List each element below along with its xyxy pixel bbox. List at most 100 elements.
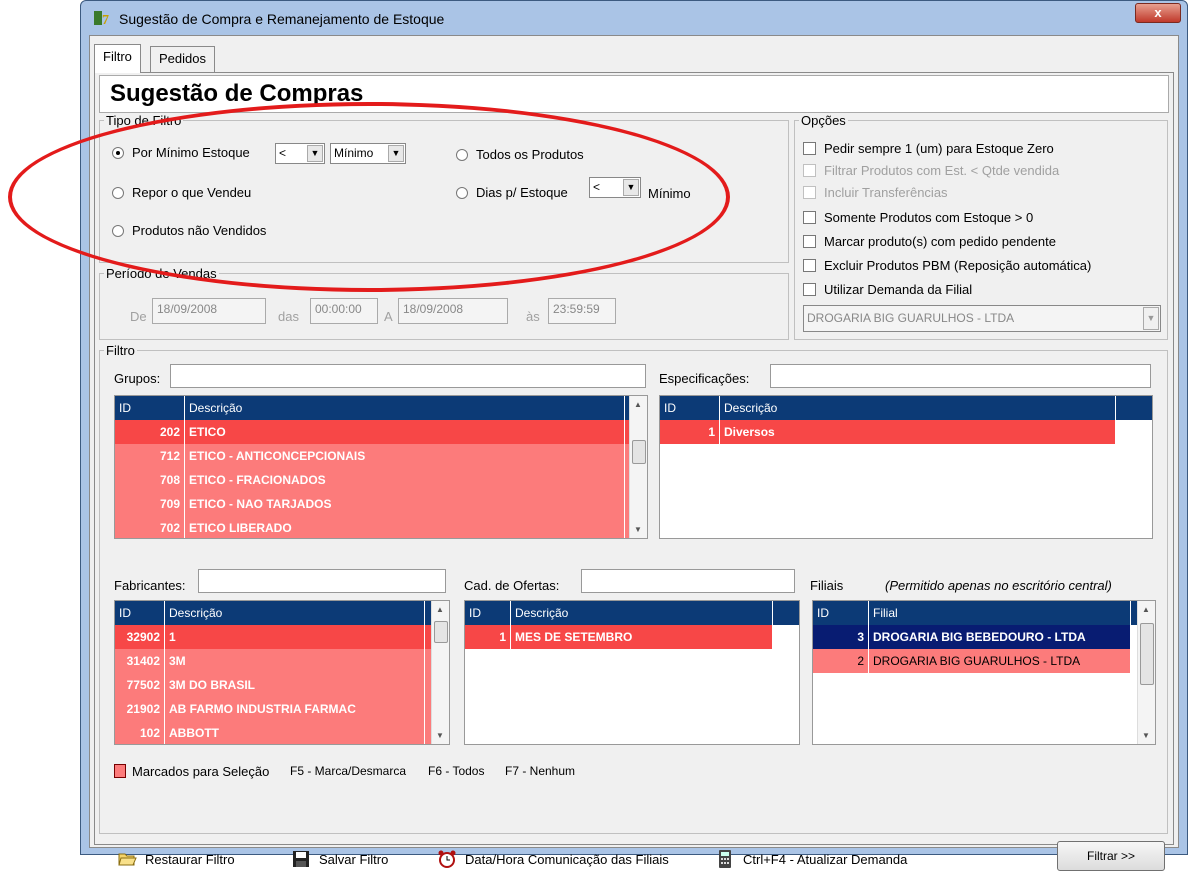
fabricantes-list[interactable]: ID Descrição 32902 1 31402 3M 77502 3M DO BR… xyxy=(114,600,450,745)
dias-operator-select[interactable]: < ▼ xyxy=(589,177,641,198)
chk-incluir-transferencias: Incluir Transferências xyxy=(803,185,948,200)
operator-value: < xyxy=(593,180,601,194)
espec-list[interactable]: ID Descrição 1 Diversos xyxy=(659,395,1153,539)
radio-selected-icon xyxy=(112,146,124,159)
chk-pedir-sempre-1[interactable]: Pedir sempre 1 (um) para Estoque Zero xyxy=(803,141,1054,156)
chk-excluir-pbm[interactable]: Excluir Produtos PBM (Reposição automáti… xyxy=(803,258,1091,273)
row-desc: Diversos xyxy=(720,420,1116,444)
row-id: 712 xyxy=(115,444,185,468)
periodo-title: Período de Vendas xyxy=(104,266,219,281)
checkbox-icon xyxy=(803,283,816,296)
title-bar[interactable]: 7 Sugestão de Compra e Remanejamento de … xyxy=(81,1,1187,35)
shortcut-f5: F5 - Marca/Desmarca xyxy=(290,764,407,778)
row-desc: ETICO - FRACIONADOS xyxy=(185,468,625,492)
chk-label: Incluir Transferências xyxy=(824,185,948,200)
list-item[interactable]: 709 ETICO - NAO TARJADOS xyxy=(115,492,647,516)
list-item[interactable]: 1 Diversos xyxy=(660,420,1116,444)
radio-nao-vendidos[interactable]: Produtos não Vendidos xyxy=(112,223,266,238)
row-desc: DROGARIA BIG GUARULHOS - LTDA xyxy=(869,649,1131,673)
legend-text: Marcados para Seleção xyxy=(132,764,270,779)
filtro-panel: Sugestão de Compras Tipo de Filtro Por M… xyxy=(94,72,1174,871)
as-label: às xyxy=(526,309,540,324)
list-item[interactable]: 202 ETICO xyxy=(115,420,647,444)
row-id: 1 xyxy=(660,420,720,444)
filial-select: DROGARIA BIG GUARULHOS - LTDA ▼ xyxy=(803,305,1161,332)
alarm-clock-icon xyxy=(438,850,456,868)
chk-somente-estoque[interactable]: Somente Produtos com Estoque > 0 xyxy=(803,210,1033,225)
minimo-operator-select[interactable]: < ▼ xyxy=(275,143,325,164)
chk-demanda-filial[interactable]: Utilizar Demanda da Filial xyxy=(803,282,972,297)
grupos-input[interactable] xyxy=(170,364,646,388)
app-icon: 7 xyxy=(94,11,109,27)
fab-list-header: ID Descrição xyxy=(115,601,449,625)
chk-label: Utilizar Demanda da Filial xyxy=(824,282,973,297)
scroll-thumb[interactable] xyxy=(632,440,646,464)
ofertas-input[interactable] xyxy=(581,569,795,593)
row-desc: AB FARMO INDUSTRIA FARMAC xyxy=(165,697,425,721)
row-id: 77502 xyxy=(115,673,165,697)
grupos-label: Grupos: xyxy=(114,371,161,386)
list-item[interactable]: 102 ABBOTT xyxy=(115,721,449,744)
salvar-filtro-button[interactable]: Salvar Filtro xyxy=(291,849,388,869)
chevron-down-icon: ▼ xyxy=(623,179,639,196)
scroll-thumb[interactable] xyxy=(1140,623,1154,685)
filiais-list[interactable]: ID Filial 3 DROGARIA BIG BEBEDOURO - LTDA … xyxy=(812,600,1156,745)
tab-pedidos[interactable]: Pedidos xyxy=(150,46,215,72)
scroll-up-icon: ▲ xyxy=(634,400,642,409)
periodo-group: Período de Vendas De 18/09/2008 das 00:0… xyxy=(99,266,789,340)
checkbox-icon xyxy=(803,235,816,248)
close-button[interactable]: x xyxy=(1135,3,1181,23)
chk-filtrar-est: Filtrar Produtos com Est. < Qtde vendida xyxy=(803,163,1059,178)
ofertas-list[interactable]: ID Descrição 1 MES DE SETEMBRO xyxy=(464,600,800,745)
de-time-field: 00:00:00 xyxy=(310,298,378,324)
radio-dias-estoque[interactable]: Dias p/ Estoque xyxy=(456,185,568,200)
radio-icon xyxy=(456,186,468,199)
scrollbar[interactable]: ▲ ▼ xyxy=(629,396,647,538)
radio-repor-vendeu[interactable]: Repor o que Vendeu xyxy=(112,185,251,200)
checkbox-icon xyxy=(803,211,816,224)
fab-input[interactable] xyxy=(198,569,446,593)
de-date-field: 18/09/2008 xyxy=(152,298,266,324)
radio-todos-produtos[interactable]: Todos os Produtos xyxy=(456,147,584,162)
scrollbar[interactable]: ▲ ▼ xyxy=(431,601,449,744)
list-item[interactable]: 21902 AB FARMO INDUSTRIA FARMAC xyxy=(115,697,449,721)
grupos-list[interactable]: ID Descrição 202 ETICO 712 ETICO - ANTICONC… xyxy=(114,395,648,539)
chk-label: Excluir Produtos PBM (Reposição automáti… xyxy=(824,258,1092,273)
shortcut-f7: F7 - Nenhum xyxy=(505,764,576,778)
scroll-thumb[interactable] xyxy=(434,621,448,643)
scrollbar[interactable]: ▲ ▼ xyxy=(1137,601,1155,744)
radio-minimo-label: Por Mínimo Estoque xyxy=(132,145,250,160)
radio-icon xyxy=(456,148,468,161)
list-item[interactable]: 31402 3M xyxy=(115,649,449,673)
minimo-mode-select[interactable]: Mínimo ▼ xyxy=(330,143,406,164)
tipo-filtro-title: Tipo de Filtro xyxy=(104,113,184,128)
chk-pedido-pendente[interactable]: Marcar produto(s) com pedido pendente xyxy=(803,234,1056,249)
list-item[interactable]: 2 DROGARIA BIG GUARULHOS - LTDA xyxy=(813,649,1131,673)
row-id: 3 xyxy=(813,625,869,649)
radio-minimo-estoque[interactable]: Por Mínimo Estoque xyxy=(112,145,250,160)
ofertas-list-header: ID Descrição xyxy=(465,601,799,625)
restaurar-filtro-button[interactable]: Restaurar Filtro xyxy=(117,849,235,869)
col-desc: Descrição xyxy=(720,396,1116,420)
espec-label: Especificações: xyxy=(659,371,750,386)
row-desc: ETICO - ANTICONCEPCIONAIS xyxy=(185,444,625,468)
row-id: 31402 xyxy=(115,649,165,673)
list-item[interactable]: 1 MES DE SETEMBRO xyxy=(465,625,773,649)
radio-icon xyxy=(112,186,124,199)
data-hora-button[interactable]: Data/Hora Comunicação das Filiais xyxy=(437,849,669,869)
list-item[interactable]: 708 ETICO - FRACIONADOS xyxy=(115,468,647,492)
list-item[interactable]: 702 ETICO LIBERADO xyxy=(115,516,647,538)
scroll-down-icon: ▼ xyxy=(436,731,444,740)
atualizar-demanda-button[interactable]: Ctrl+F4 - Atualizar Demanda xyxy=(715,849,907,869)
filiais-note: (Permitido apenas no escritório central) xyxy=(885,578,1112,593)
list-item[interactable]: 77502 3M DO BRASIL xyxy=(115,673,449,697)
list-item[interactable]: 3 DROGARIA BIG BEBEDOURO - LTDA xyxy=(813,625,1131,649)
tab-filtro[interactable]: Filtro xyxy=(94,44,141,73)
page-title: Sugestão de Compras xyxy=(110,80,364,107)
espec-input[interactable] xyxy=(770,364,1151,388)
checkbox-icon xyxy=(803,186,816,199)
atualizar-label: Ctrl+F4 - Atualizar Demanda xyxy=(743,851,908,867)
list-item[interactable]: 712 ETICO - ANTICONCEPCIONAIS xyxy=(115,444,647,468)
list-item[interactable]: 32902 1 xyxy=(115,625,449,649)
filtrar-button[interactable]: Filtrar >> xyxy=(1057,841,1165,871)
